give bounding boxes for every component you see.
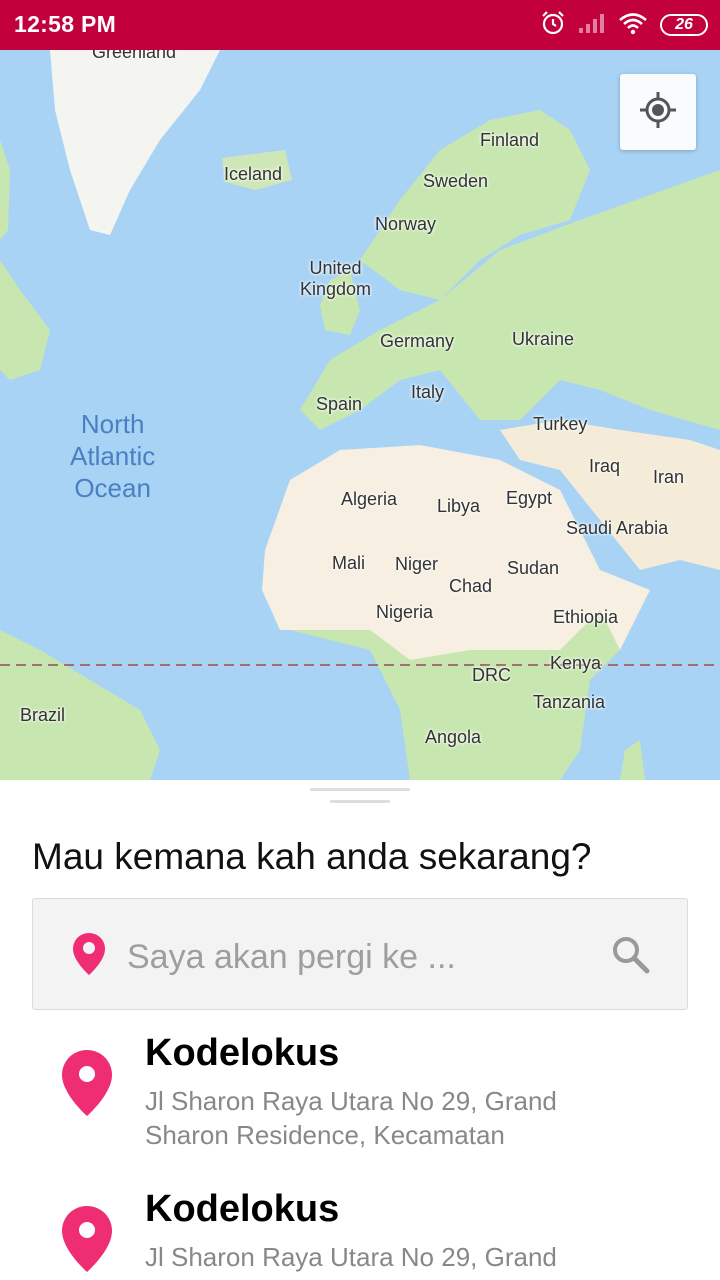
destination-prompt: Mau kemana kah anda sekarang? xyxy=(32,836,592,877)
map-label-finland: Finland xyxy=(480,130,540,150)
map-label-united-kingdom: United Kingdom xyxy=(300,258,372,299)
my-location-icon xyxy=(638,90,678,135)
map-label-norway: Norway xyxy=(375,214,437,234)
map-label-chad: Chad xyxy=(449,576,493,596)
result-title: Kodelokus xyxy=(145,1032,340,1074)
bottom-sheet: Mau kemana kah anda sekarang? Kodelokus … xyxy=(0,780,720,1280)
search-icon[interactable] xyxy=(611,935,651,980)
location-pin-icon xyxy=(62,1050,112,1121)
sheet-drag-handle[interactable] xyxy=(310,788,410,791)
result-list-item[interactable]: Kodelokus Jl Sharon Raya Utara No 29, Gr… xyxy=(0,1032,720,1182)
sheet-drag-handle-inner[interactable] xyxy=(330,800,390,803)
wifi-icon xyxy=(618,11,648,40)
map-view[interactable]: North Atlantic Ocean Greenland Iceland F… xyxy=(0,50,720,780)
battery-icon: 26 xyxy=(660,14,708,36)
map-label-niger: Niger xyxy=(395,554,439,574)
map-label-algeria: Algeria xyxy=(341,489,398,509)
map-label-italy: Italy xyxy=(411,382,445,402)
map-label-tanzania: Tanzania xyxy=(533,692,606,712)
map-label-spain: Spain xyxy=(316,394,363,414)
map-label-mali: Mali xyxy=(332,553,366,573)
map-label-sudan: Sudan xyxy=(507,558,560,578)
map-label-germany: Germany xyxy=(380,331,455,351)
status-bar: 12:58 PM 26 xyxy=(0,0,720,50)
map-label-kenya: Kenya xyxy=(550,653,602,673)
map-label-ukraine: Ukraine xyxy=(512,329,575,349)
map-label-nigeria: Nigeria xyxy=(376,602,434,622)
map-label-greenland: Greenland xyxy=(92,50,177,62)
location-pin-icon xyxy=(73,933,105,980)
map-label-saudi-arabia: Saudi Arabia xyxy=(566,518,669,538)
map-label-drc: DRC xyxy=(472,665,511,685)
result-address: Jl Sharon Raya Utara No 29, Grand Sharon… xyxy=(145,1242,557,1280)
alarm-icon xyxy=(540,10,566,41)
my-location-button[interactable] xyxy=(620,74,696,150)
destination-search-box[interactable] xyxy=(32,898,688,1010)
map-label-angola: Angola xyxy=(425,727,482,747)
map-label-ethiopia: Ethiopia xyxy=(553,607,619,627)
status-time: 12:58 PM xyxy=(14,11,117,37)
location-pin-icon xyxy=(62,1206,112,1277)
map-label-brazil: Brazil xyxy=(20,705,66,725)
result-address: Jl Sharon Raya Utara No 29, Grand Sharon… xyxy=(145,1086,557,1150)
map-label-egypt: Egypt xyxy=(506,488,553,508)
map-label-iran: Iran xyxy=(653,467,685,487)
map-label-iraq: Iraq xyxy=(589,456,621,476)
map-label-libya: Libya xyxy=(437,496,481,516)
map-label-iceland: Iceland xyxy=(224,164,283,184)
map-label-sweden: Sweden xyxy=(423,171,489,191)
result-title: Kodelokus xyxy=(145,1188,340,1230)
result-list-item[interactable]: Kodelokus Jl Sharon Raya Utara No 29, Gr… xyxy=(0,1188,720,1280)
signal-icon xyxy=(578,12,606,39)
destination-search-input[interactable] xyxy=(127,935,587,979)
map-label-turkey: Turkey xyxy=(533,414,588,434)
ocean-label: North Atlantic Ocean xyxy=(70,409,156,503)
status-icons: 26 xyxy=(540,10,708,40)
